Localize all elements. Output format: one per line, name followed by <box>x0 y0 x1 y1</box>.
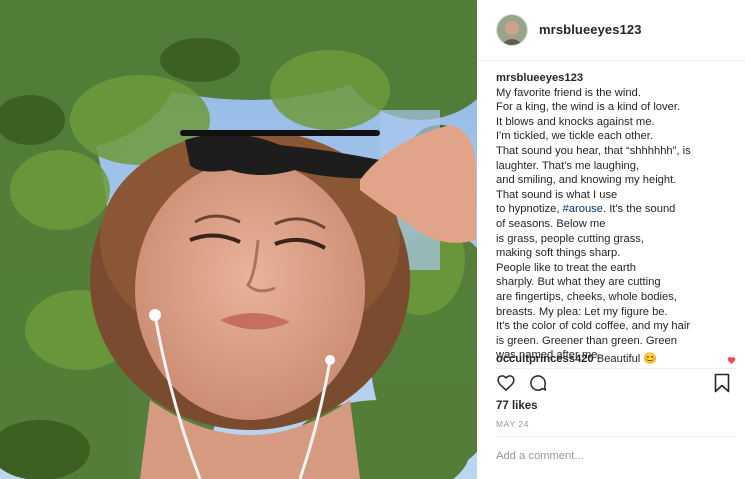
caption-text: to hypnotize, <box>496 203 563 216</box>
caption-line: making soft things sharp. <box>496 247 621 260</box>
caption-line: For a king, the wind is a kind of lover. <box>496 101 681 114</box>
post-date[interactable]: MAY 24 <box>496 419 529 429</box>
instagram-post: mrsblueeyes123 mrsblueeyes123 My favorit… <box>0 0 745 479</box>
caption-line: It's the color of cold coffee, and my ha… <box>496 320 691 333</box>
caption-line-hashtag: to hypnotize, #arouse. It's the sound <box>496 202 736 217</box>
caption-line: laughter. That's me laughing, <box>496 159 640 172</box>
caption-line: breasts. My plea: Let my figure be. <box>496 305 668 318</box>
heart-icon[interactable] <box>496 373 516 393</box>
divider <box>496 436 736 437</box>
avatar[interactable] <box>496 14 528 46</box>
caption-line: is green. Greener than green. Green <box>496 334 677 347</box>
caption-line: That sound is what I use <box>496 188 618 201</box>
caption-line: sharply. But what they are cutting <box>496 276 661 289</box>
comment-icon[interactable] <box>528 373 548 393</box>
caption-text: . It's the sound <box>602 203 676 216</box>
caption-line: are fingertips, cheeks, whole bodies, <box>496 290 677 303</box>
caption-line: is grass, people cutting grass, <box>496 232 644 245</box>
likes-count[interactable]: 77 likes <box>496 400 538 412</box>
caption-line: People like to treat the earth <box>496 261 636 274</box>
comment-username[interactable]: occultprincess420 <box>496 353 594 365</box>
photo-selfie-illustration <box>0 0 477 479</box>
comment-text: Beautiful 😊 <box>593 353 658 365</box>
post-photo[interactable] <box>0 0 477 479</box>
comment-like-heart-icon[interactable] <box>727 356 736 365</box>
add-comment-input[interactable]: Add a comment... <box>496 450 584 462</box>
caption: mrsblueeyes123 My favorite friend is the… <box>496 71 736 359</box>
post-sidebar: mrsblueeyes123 mrsblueeyes123 My favorit… <box>477 0 745 479</box>
divider <box>496 368 736 369</box>
caption-line: My favorite friend is the wind. <box>496 86 641 99</box>
hashtag-link[interactable]: #arouse <box>563 203 603 215</box>
caption-line: and smiling, and knowing my height. <box>496 174 677 187</box>
caption-line: It blows and knocks against me. <box>496 115 655 128</box>
post-header: mrsblueeyes123 <box>477 0 745 61</box>
bookmark-icon[interactable] <box>714 373 730 393</box>
caption-line: of seasons. Below me <box>496 217 606 230</box>
caption-username[interactable]: mrsblueeyes123 <box>496 71 736 86</box>
comment-row: occultprincess420 Beautiful 😊 <box>496 352 736 366</box>
header-username[interactable]: mrsblueeyes123 <box>539 22 642 37</box>
caption-line: I'm tickled, we tickle each other. <box>496 130 653 143</box>
caption-line: That sound you hear, that “shhhhhh”, is <box>496 144 691 157</box>
avatar-image <box>497 15 527 45</box>
